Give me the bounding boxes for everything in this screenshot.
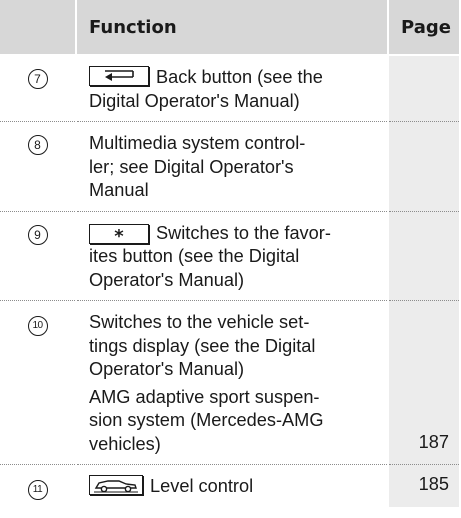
table-row: 9 * Switches to the favor- ites button (s… — [0, 211, 459, 301]
item-number: 11 — [27, 480, 48, 500]
page-cell — [388, 55, 459, 122]
back-key-icon — [89, 66, 149, 86]
function-cell: Back button (see the Digital Operator's … — [76, 55, 389, 122]
function-text-line: tings display (see the Digital — [89, 335, 316, 356]
function-column-header: Function — [75, 0, 388, 56]
function-text-line: AMG adaptive sport suspen- — [89, 386, 320, 407]
item-number: 10 — [27, 316, 48, 336]
function-text-line: Operator's Manual) — [89, 359, 245, 379]
page-column-header: Page — [387, 0, 459, 56]
function-cell: Level control — [76, 464, 389, 507]
function-text-line: Back button (see the — [156, 67, 323, 87]
item-number: 9 — [27, 224, 48, 245]
function-text-line: ler; see Digital Operator's — [89, 156, 294, 177]
table-row: 10 Switches to the vehicle set- tings di… — [0, 300, 459, 465]
function-cell: * Switches to the favor- ites button (see… — [76, 211, 389, 301]
table-row: 7 Back button (see the Digital Operator'… — [0, 55, 459, 122]
function-text-line: Level control — [150, 476, 254, 496]
page-cell — [388, 211, 459, 301]
function-text-line: vehicles) — [89, 433, 161, 454]
function-cell: Switches to the vehicle set- tings displ… — [76, 300, 389, 465]
table-row: 8 Multimedia system control- ler; see Di… — [0, 121, 459, 212]
page-cell: 187 — [388, 300, 459, 465]
table-header-row: Function Page — [0, 0, 459, 56]
function-text-line: Switches to the vehicle set- — [89, 312, 310, 332]
favorites-star-key-icon: * — [89, 223, 149, 245]
function-text-line: ites button (see the Digital — [89, 246, 300, 266]
function-text-line: Multimedia system control- — [89, 133, 306, 153]
function-text-line: sion system (Mercedes-AMG — [89, 410, 324, 430]
function-cell: Multimedia system control- ler; see Digi… — [76, 121, 389, 212]
function-second-paragraph: AMG adaptive sport suspen- sion system (… — [89, 386, 381, 457]
number-column-header — [0, 0, 76, 56]
function-text-line: Digital Operator's Manual) — [89, 90, 300, 111]
level-control-car-icon — [89, 475, 143, 495]
page-cell: 185 — [388, 464, 459, 507]
function-text-line: Manual — [89, 180, 149, 200]
page-cell — [388, 121, 459, 212]
function-text-line: Switches to the favor- — [156, 222, 331, 243]
item-number: 8 — [27, 135, 48, 155]
manual-page: Function Page 7 Back button (see the Dig… — [0, 0, 461, 518]
function-table: Function Page 7 Back button (see the Dig… — [0, 0, 459, 507]
item-number: 7 — [27, 69, 48, 89]
function-text-line: Operator's Manual) — [89, 269, 245, 290]
table-row: 11 Level control 185 — [0, 464, 459, 507]
